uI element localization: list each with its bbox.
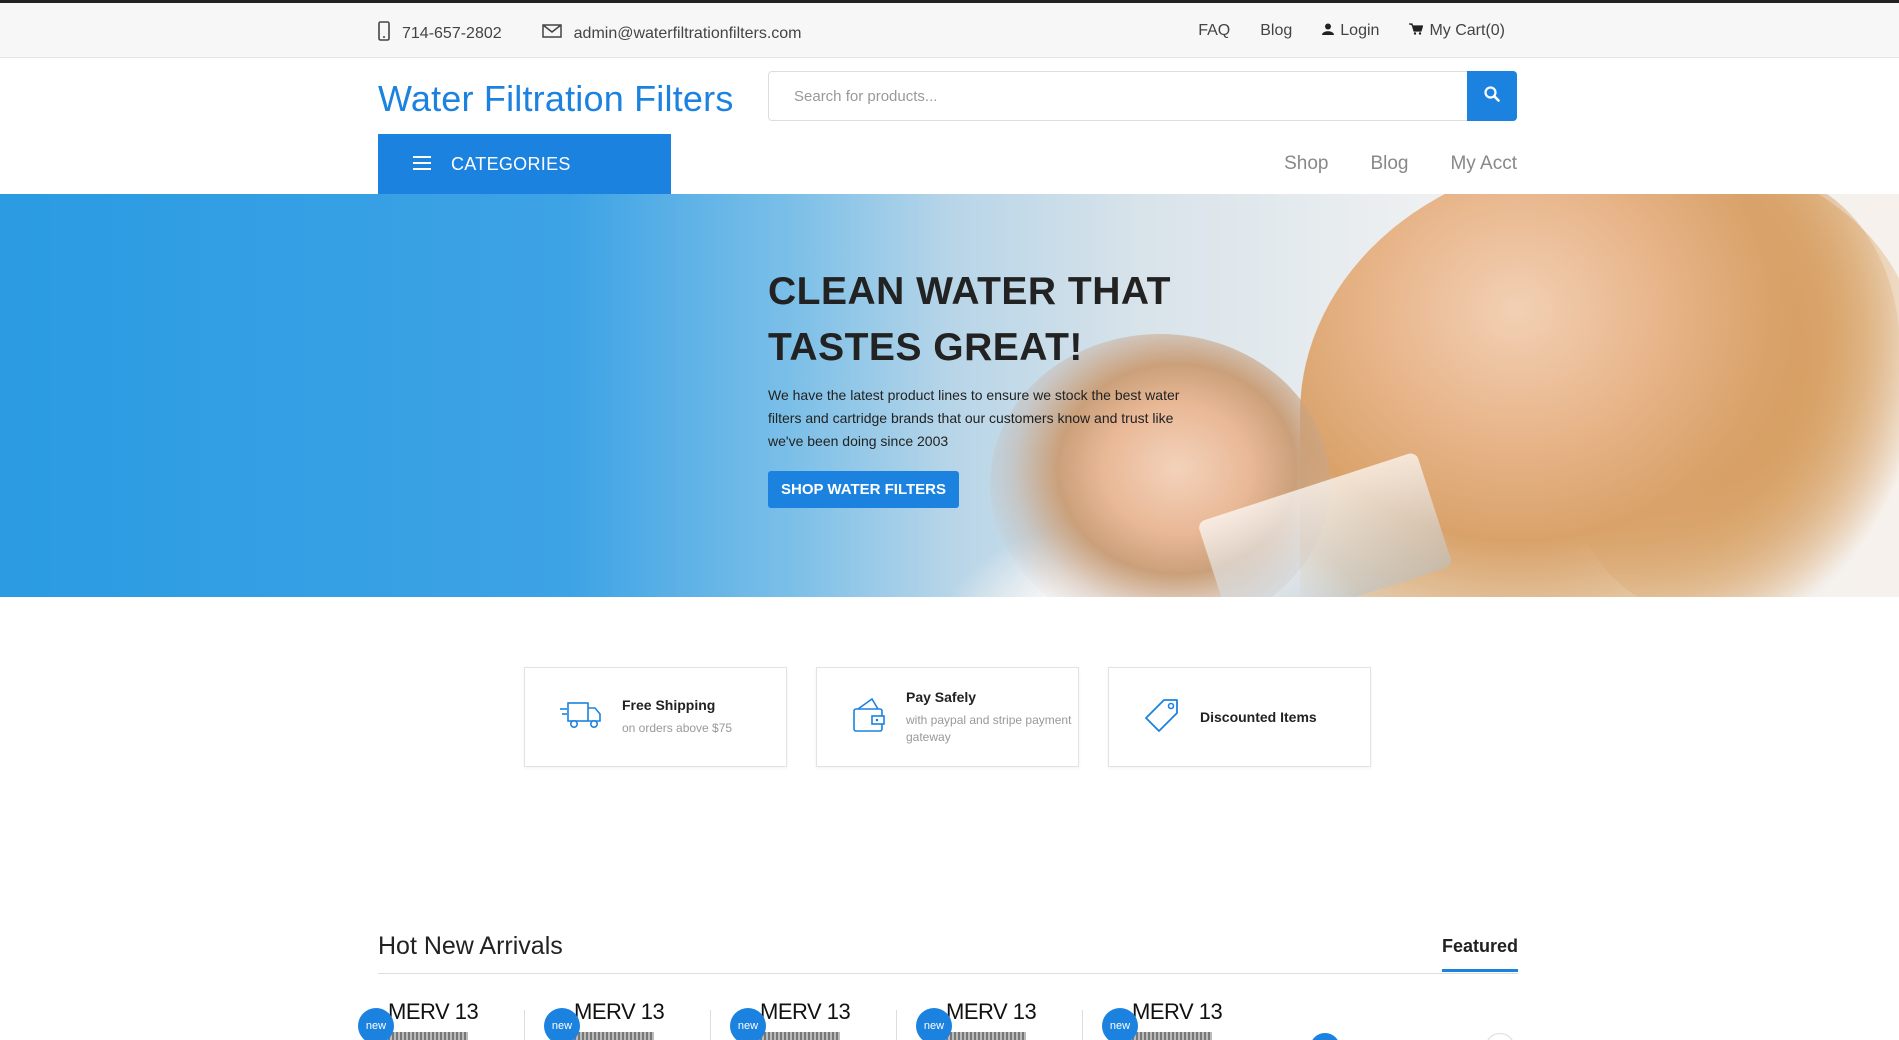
top-links: FAQ Blog Login My Cart(0) — [1198, 22, 1505, 40]
hamburger-icon — [413, 154, 431, 175]
product-row: MERV 13 new MERV 13 new MERV 13 new MERV… — [358, 996, 1518, 1040]
top-bar: 714-657-2802 admin@waterfiltrationfilter… — [0, 0, 1899, 58]
product-card[interactable]: MERV 13 new — [1082, 996, 1242, 1040]
new-badge: new — [544, 1008, 580, 1040]
product-title: MERV 13 — [946, 999, 1037, 1024]
hot-new-arrivals-header: Hot New Arrivals Featured — [378, 928, 1518, 974]
cart-label: My Cart(0) — [1429, 22, 1505, 39]
search-bar — [768, 71, 1517, 121]
feature-subtitle: with paypal and stripe payment gateway — [906, 712, 1072, 744]
new-badge: new — [730, 1008, 766, 1040]
new-badge: new — [358, 1008, 394, 1040]
product-title: MERV 13 — [1132, 999, 1223, 1024]
feature-pay-safely: Pay Safely with paypal and stripe paymen… — [816, 667, 1079, 767]
search-icon — [1484, 85, 1500, 107]
divider — [1082, 1010, 1083, 1040]
tab-featured[interactable]: Featured — [1441, 936, 1518, 972]
truck-icon — [560, 699, 602, 736]
login-label: Login — [1340, 22, 1380, 39]
product-title: MERV 13 — [574, 999, 665, 1024]
new-badge: new — [916, 1008, 952, 1040]
search-button[interactable] — [1467, 71, 1517, 121]
nav-links: Shop Blog My Acct — [1284, 153, 1517, 175]
divider — [710, 1010, 711, 1040]
nav-my-acct[interactable]: My Acct — [1450, 153, 1517, 175]
phone-contact[interactable]: 714-657-2802 — [378, 21, 502, 46]
product-image — [1132, 1032, 1212, 1040]
new-badge: new — [1102, 1008, 1138, 1040]
faq-link[interactable]: FAQ — [1198, 22, 1230, 40]
feature-title: Discounted Items — [1200, 709, 1317, 725]
product-image — [574, 1032, 654, 1040]
tag-icon — [1144, 697, 1180, 738]
user-icon — [1322, 22, 1335, 40]
blog-link[interactable]: Blog — [1260, 22, 1292, 40]
contact-info: 714-657-2802 admin@waterfiltrationfilter… — [378, 21, 802, 46]
nav-shop[interactable]: Shop — [1284, 153, 1328, 175]
product-card[interactable]: MERV 13 new — [896, 996, 1056, 1040]
phone-icon — [378, 21, 390, 46]
email-address: admin@waterfiltrationfilters.com — [573, 24, 802, 42]
cart-link[interactable]: My Cart(0) — [1409, 22, 1505, 40]
categories-label: CATEGORIES — [451, 153, 571, 174]
hero-title-line2: TASTES GREAT! — [768, 326, 1083, 369]
feature-boxes: Free Shipping on orders above $75 Pay Sa… — [524, 667, 1371, 767]
hero-title-line1: CLEAN WATER THAT — [768, 270, 1172, 313]
hero-title: CLEAN WATER THAT TASTES GREAT! — [768, 264, 1228, 376]
categories-button[interactable]: CATEGORIES — [378, 134, 671, 194]
feature-free-shipping: Free Shipping on orders above $75 — [524, 667, 787, 767]
login-link[interactable]: Login — [1322, 22, 1379, 40]
nav-blog[interactable]: Blog — [1370, 153, 1408, 175]
site-logo[interactable]: Water Filtration Filters — [378, 78, 734, 120]
shop-water-filters-button[interactable]: SHOP WATER FILTERS — [768, 471, 960, 508]
product-image — [946, 1032, 1026, 1040]
feature-title: Pay Safely — [906, 688, 977, 705]
product-card[interactable]: MERV 13 new — [710, 996, 870, 1040]
divider — [524, 1010, 525, 1040]
feature-subtitle: on orders above $75 — [622, 721, 733, 735]
product-image — [388, 1032, 468, 1040]
envelope-icon — [541, 24, 562, 43]
section-title: Hot New Arrivals — [378, 932, 563, 960]
product-card[interactable]: MERV 13 new — [524, 996, 684, 1040]
product-title: MERV 13 — [760, 999, 851, 1024]
hero-description: We have the latest product lines to ensu… — [768, 387, 1180, 449]
cart-icon — [1409, 22, 1424, 40]
hero-content: CLEAN WATER THAT TASTES GREAT! We have t… — [768, 264, 1228, 508]
email-contact[interactable]: admin@waterfiltrationfilters.com — [541, 24, 802, 43]
phone-number: 714-657-2802 — [402, 24, 502, 42]
hero-banner: CLEAN WATER THAT TASTES GREAT! We have t… — [0, 194, 1899, 597]
product-card[interactable]: MERV 13 new — [358, 996, 498, 1040]
divider — [896, 1010, 897, 1040]
feature-discounted-items: Discounted Items — [1108, 667, 1371, 767]
product-image — [760, 1032, 840, 1040]
feature-title: Free Shipping — [622, 697, 716, 713]
search-input[interactable] — [769, 72, 1469, 120]
site-header: Water Filtration Filters — [0, 58, 1899, 134]
main-nav: CATEGORIES Shop Blog My Acct — [0, 134, 1899, 194]
product-title: MERV 13 — [388, 999, 479, 1024]
wallet-icon — [852, 697, 886, 738]
